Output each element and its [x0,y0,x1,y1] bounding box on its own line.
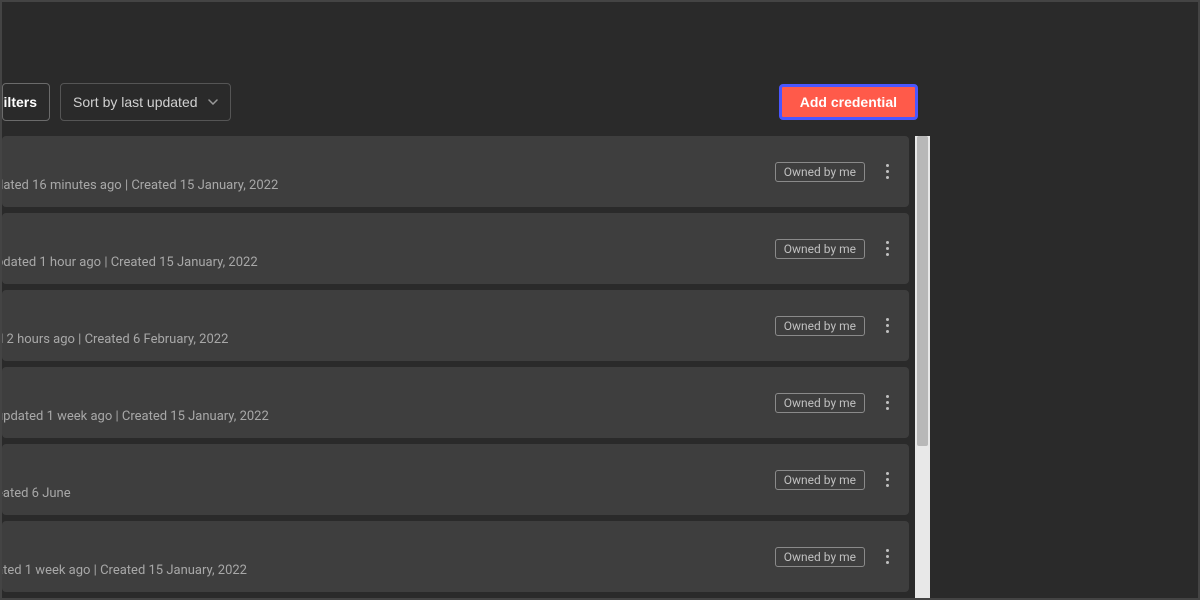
credential-row[interactable]: pdated 1 hour ago | Created 15 January, … [2,213,909,284]
add-credential-label: Add credential [800,94,897,110]
credential-meta: ated 1 week ago | Created 15 January, 20… [2,563,247,592]
owner-badge: Owned by me [775,239,865,259]
kebab-menu-icon[interactable] [879,237,895,261]
filters-label: Filters [2,94,37,110]
credentials-list: dated 16 minutes ago | Created 15 Januar… [2,136,915,598]
credential-row[interactable]: d 2 hours ago | Created 6 February, 2022… [2,290,909,361]
owner-badge: Owned by me [775,547,865,567]
kebab-menu-icon[interactable] [879,314,895,338]
row-actions: Owned by me [775,237,895,261]
scrollbar-track[interactable] [915,136,930,598]
add-credential-button[interactable]: Add credential [779,84,918,120]
owner-badge: Owned by me [775,162,865,182]
filters-button[interactable]: Filters [2,83,50,121]
credential-meta: updated 1 week ago | Created 15 January,… [2,409,269,438]
row-actions: Owned by me [775,160,895,184]
toolbar: Filters Sort by last updated Add credent… [2,82,930,122]
row-actions: Owned by me [775,314,895,338]
sort-label: Sort by last updated [73,94,198,110]
credential-row[interactable]: dated 16 minutes ago | Created 15 Januar… [2,136,909,207]
credentials-panel: Filters Sort by last updated Add credent… [2,2,930,598]
owner-badge: Owned by me [775,316,865,336]
credential-meta: d 2 hours ago | Created 6 February, 2022 [2,332,228,361]
owner-badge: Owned by me [775,393,865,413]
kebab-menu-icon[interactable] [879,468,895,492]
owner-badge: Owned by me [775,470,865,490]
scrollbar-thumb[interactable] [917,136,928,446]
kebab-menu-icon[interactable] [879,545,895,569]
credential-meta: eated 6 June [2,486,71,515]
credential-meta: dated 16 minutes ago | Created 15 Januar… [2,178,278,207]
row-actions: Owned by me [775,468,895,492]
credential-row[interactable]: ated 1 week ago | Created 15 January, 20… [2,521,909,592]
credentials-list-wrapper: dated 16 minutes ago | Created 15 Januar… [2,136,930,598]
row-actions: Owned by me [775,391,895,415]
credential-row[interactable]: eated 6 June Owned by me [2,444,909,515]
credential-meta: pdated 1 hour ago | Created 15 January, … [2,255,258,284]
row-actions: Owned by me [775,545,895,569]
kebab-menu-icon[interactable] [879,160,895,184]
chevron-down-icon [208,97,218,107]
kebab-menu-icon[interactable] [879,391,895,415]
sort-button[interactable]: Sort by last updated [60,83,231,121]
credential-row[interactable]: updated 1 week ago | Created 15 January,… [2,367,909,438]
